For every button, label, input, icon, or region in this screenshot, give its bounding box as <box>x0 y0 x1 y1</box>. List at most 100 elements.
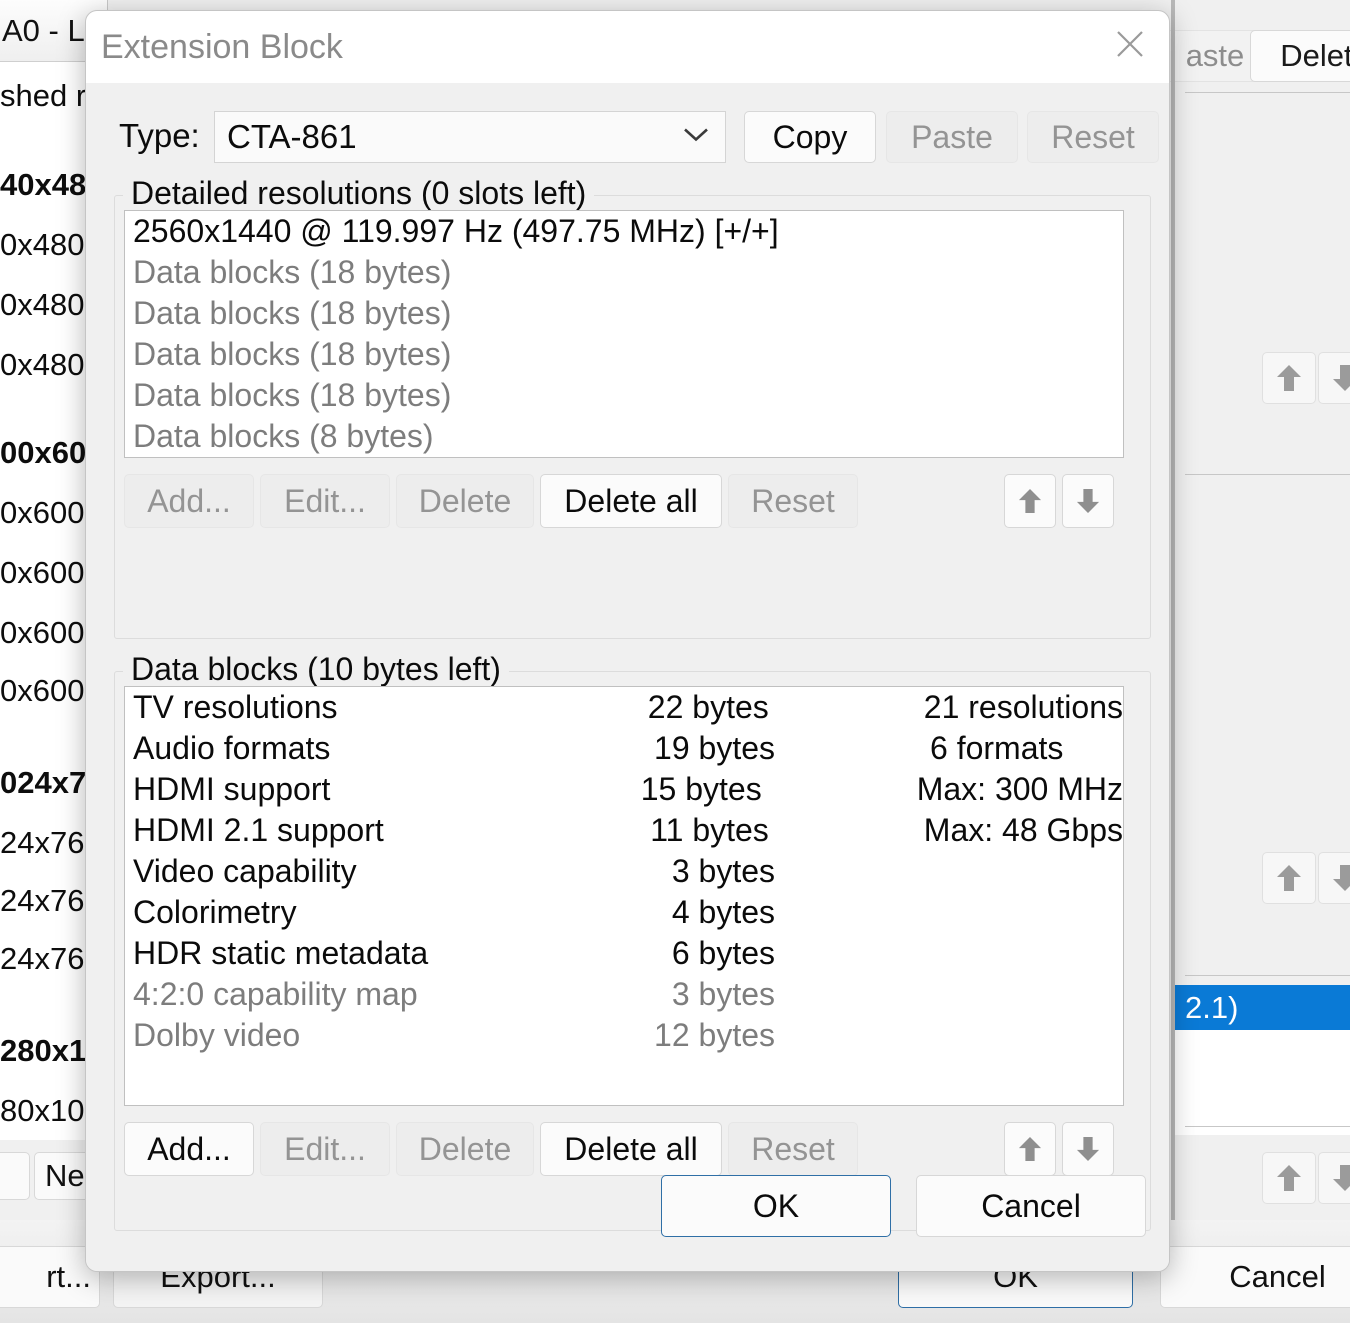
data-block-bytes: 11 bytes <box>650 812 769 848</box>
background-move-up-button[interactable] <box>1262 352 1316 404</box>
detailed-move-up-button[interactable] <box>1004 474 1056 528</box>
data-block-info: 21 resolutions <box>923 689 1123 725</box>
background-paste-label: aste <box>1185 38 1245 73</box>
list-item[interactable]: Data blocks (18 bytes) <box>125 252 1123 293</box>
table-row[interactable]: HDMI 2.1 support 11 bytes Max: 48 Gbps <box>125 810 1123 851</box>
detailed-add-button[interactable]: Add... <box>124 474 254 528</box>
data-block-bytes: 4 bytes <box>671 894 775 930</box>
arrow-down-icon <box>1333 1165 1350 1191</box>
background-move-down-button[interactable] <box>1318 352 1350 404</box>
table-row[interactable]: HDR static metadata 6 bytes <box>125 933 1123 974</box>
data-block-name: Video capability <box>133 853 357 889</box>
chevron-down-icon <box>681 126 711 149</box>
divider <box>1185 474 1350 475</box>
table-row[interactable]: Video capability 3 bytes <box>125 851 1123 892</box>
background-selected-label: 2.1) <box>1185 989 1239 1025</box>
data-blocks-listbox[interactable]: TV resolutions 22 bytes 21 resolutions A… <box>124 686 1124 1106</box>
data-block-bytes: 19 bytes <box>654 730 775 766</box>
detailed-resolutions-group: Detailed resolutions (0 slots left) 2560… <box>114 175 1151 639</box>
arrow-down-icon <box>1076 489 1100 513</box>
type-row: Type: CTA-861 Copy Paste Reset <box>86 111 1169 167</box>
data-block-name: HDMI support <box>133 771 331 807</box>
data-block-bytes: 15 bytes <box>640 771 762 807</box>
data-block-bytes: 3 bytes <box>671 976 775 1012</box>
arrow-up-icon <box>1277 1165 1301 1191</box>
divider <box>1185 92 1350 93</box>
detailed-resolutions-title: Detailed resolutions (0 slots left) <box>123 175 595 212</box>
table-row[interactable]: HDMI support 15 bytes Max: 300 MHz <box>125 769 1123 810</box>
data-blocks-group: Data blocks (10 bytes left) TV resolutio… <box>114 651 1151 1231</box>
type-select[interactable]: CTA-861 <box>214 111 726 163</box>
data-block-bytes: 3 bytes <box>671 853 775 889</box>
table-row[interactable]: Colorimetry 4 bytes <box>125 892 1123 933</box>
background-delete-button[interactable]: Delete <box>1250 30 1350 82</box>
data-block-bytes: 6 bytes <box>671 935 775 971</box>
detailed-delete-label: Delete <box>418 482 512 519</box>
dialog-cancel-button[interactable]: Cancel <box>916 1175 1146 1237</box>
data-block-info: Max: 48 Gbps <box>923 812 1123 848</box>
table-row[interactable]: 4:2:0 capability map 3 bytes <box>125 974 1123 1015</box>
table-row[interactable]: Audio formats 19 bytes 6 formats <box>125 728 1123 769</box>
background-move-down-button-2[interactable] <box>1318 852 1350 904</box>
extension-block-dialog: Extension Block Type: CTA-861 Copy Paste… <box>85 10 1170 1272</box>
divider <box>1185 975 1350 976</box>
table-row[interactable]: Dolby video 12 bytes <box>125 1015 1123 1056</box>
dialog-ok-label: OK <box>752 1187 800 1224</box>
list-item[interactable]: Data blocks (18 bytes) <box>125 334 1123 375</box>
list-item[interactable]: Data blocks (18 bytes) <box>125 375 1123 416</box>
detailed-delete-all-button[interactable]: Delete all <box>540 474 722 528</box>
data-block-bytes: 12 bytes <box>654 1017 775 1053</box>
reset-button-top[interactable]: Reset <box>1027 111 1159 163</box>
copy-button[interactable]: Copy <box>744 111 876 163</box>
data-block-name: HDMI 2.1 support <box>133 812 384 848</box>
dialog-titlebar: Extension Block <box>86 11 1169 83</box>
copy-button-label: Copy <box>772 118 848 155</box>
close-icon <box>1117 31 1143 57</box>
data-block-name: Audio formats <box>133 730 331 766</box>
background-new-label: Ne <box>45 1158 85 1193</box>
dialog-body: Type: CTA-861 Copy Paste Reset Detailed … <box>86 83 1169 1271</box>
detailed-edit-label: Edit... <box>284 482 366 519</box>
dialog-cancel-label: Cancel <box>981 1187 1081 1224</box>
background-selected-row[interactable]: 2.1) <box>1175 985 1350 1030</box>
background-move-up-button-2[interactable] <box>1262 852 1316 904</box>
table-row[interactable]: TV resolutions 22 bytes 21 resolutions <box>125 687 1123 728</box>
data-block-info: Max: 300 MHz <box>916 771 1123 807</box>
data-blocks-title: Data blocks (10 bytes left) <box>123 651 509 688</box>
data-block-name: Dolby video <box>133 1017 301 1053</box>
background-move-up-button-3[interactable] <box>1262 1152 1316 1204</box>
detailed-reset-button[interactable]: Reset <box>728 474 858 528</box>
dialog-close-button[interactable] <box>1099 15 1161 73</box>
background-cancel-button[interactable]: Cancel <box>1160 1246 1350 1308</box>
background-delete-label: Delete <box>1280 38 1350 73</box>
detailed-delete-button[interactable]: Delete <box>396 474 534 528</box>
background-move-down-button-3[interactable] <box>1318 1152 1350 1204</box>
data-block-info: 6 formats <box>930 730 1064 766</box>
arrow-down-icon <box>1333 865 1350 891</box>
data-block-name: HDR static metadata <box>133 935 429 971</box>
background-list-area <box>1175 1025 1350 1135</box>
background-small-button[interactable] <box>0 1152 30 1200</box>
paste-button[interactable]: Paste <box>886 111 1018 163</box>
list-item[interactable]: Data blocks (8 bytes) <box>125 416 1123 457</box>
data-block-name: 4:2:0 capability map <box>133 976 418 1012</box>
detailed-delete-all-label: Delete all <box>564 482 698 519</box>
list-item[interactable]: 2560x1440 @ 119.997 Hz (497.75 MHz) [+/+… <box>125 211 1123 252</box>
paste-button-label: Paste <box>911 118 993 155</box>
data-block-name: Colorimetry <box>133 894 297 930</box>
detailed-resolutions-listbox[interactable]: 2560x1440 @ 119.997 Hz (497.75 MHz) [+/+… <box>124 210 1124 458</box>
background-import-label: rt... <box>46 1259 91 1294</box>
background-cancel-label: Cancel <box>1229 1259 1326 1294</box>
dialog-ok-button[interactable]: OK <box>661 1175 891 1237</box>
dialog-footer: OK Cancel <box>86 1153 1169 1271</box>
detailed-edit-button[interactable]: Edit... <box>260 474 390 528</box>
arrow-up-icon <box>1277 865 1301 891</box>
detailed-move-down-button[interactable] <box>1062 474 1114 528</box>
type-label: Type: <box>119 117 200 154</box>
dialog-title: Extension Block <box>101 28 343 66</box>
detailed-reset-label: Reset <box>751 482 835 519</box>
detailed-add-label: Add... <box>147 482 231 519</box>
list-item[interactable]: Data blocks (18 bytes) <box>125 293 1123 334</box>
arrow-up-icon <box>1277 365 1301 391</box>
type-select-value: CTA-861 <box>227 118 357 155</box>
